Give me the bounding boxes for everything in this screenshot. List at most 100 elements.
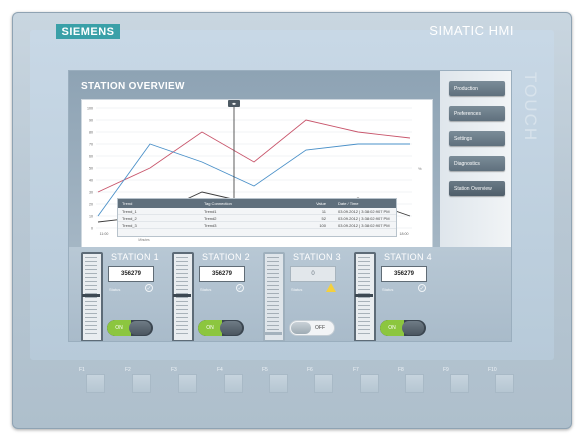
station-1-status-label: Status [109, 287, 121, 292]
y-tick-label: 100 [87, 107, 93, 111]
function-key-f1[interactable]: F1 [79, 367, 105, 397]
cell-trend: Trend_2 [122, 215, 137, 221]
header-value: Value [316, 201, 326, 206]
function-key-f6[interactable]: F6 [307, 367, 333, 397]
x-axis-label: Minutes [138, 238, 150, 242]
switch-knob [402, 321, 424, 335]
x-tick-label: 11:00 [100, 232, 109, 236]
y-tick-label: 20 [89, 203, 93, 207]
y-tick-label: 0 [91, 227, 93, 231]
station-3: STATION 3 0 Status OFF [263, 250, 359, 341]
y-tick-label: 70 [89, 143, 93, 147]
cell-trend: Trend_3 [122, 222, 137, 228]
trend-cursor-arrows: ◂▸ [232, 101, 237, 106]
switch-off-label: OFF [315, 325, 325, 331]
table-row[interactable]: Trend_1 Trend1 11 03.09.2012 | 3:38:02:9… [118, 208, 396, 215]
header-datetime: Date / Time [338, 201, 359, 206]
check-icon: ✓ [418, 284, 426, 292]
y-tick-label: 30 [89, 191, 93, 195]
station-2-status-label: Status [200, 287, 212, 292]
station-2-value: 356279 [199, 266, 245, 282]
switch-knob [220, 321, 242, 335]
station-4-gauge[interactable] [354, 252, 376, 341]
cell-trend: Trend_1 [122, 208, 137, 214]
station-3-value: 0 [290, 266, 336, 282]
station-2-title: STATION 2 [202, 252, 250, 262]
brand-logo: SIEMENS [56, 24, 120, 39]
station-4: STATION 4 356279 Status ✓ ON [354, 250, 450, 341]
function-key-f9[interactable]: F9 [443, 367, 469, 397]
table-row[interactable]: Trend_3 Trend3 100 03.09.2012 | 3:38:02:… [118, 222, 396, 229]
cell-value: 52 [321, 215, 326, 221]
y-tick-label: 80 [89, 131, 93, 135]
trend-table-header: Trend Tag Connection Value Date / Time [118, 199, 396, 208]
fkey-label: F7 [353, 367, 359, 373]
fkey-label: F2 [125, 367, 131, 373]
function-key-f4[interactable]: F4 [217, 367, 243, 397]
function-key-f7[interactable]: F7 [353, 367, 379, 397]
fkey-label: F10 [488, 367, 497, 373]
switch-on-label: ON [380, 320, 404, 336]
nav-preferences-button[interactable]: Preferences [449, 106, 505, 121]
cell-tag: Trend3 [204, 222, 217, 228]
y-tick-label: 10 [89, 215, 93, 219]
station-2-switch[interactable]: ON [198, 320, 244, 336]
function-key-f8[interactable]: F8 [398, 367, 424, 397]
cell-value: 11 [321, 208, 326, 214]
fkey-label: F9 [443, 367, 449, 373]
y-tick-label: 50 [89, 167, 93, 171]
hmi-screen: STATION OVERVIEW 0 10 20 30 40 50 60 70 80 90 100 1… [68, 70, 512, 342]
function-key-f3[interactable]: F3 [171, 367, 197, 397]
fkey-label: F6 [307, 367, 313, 373]
trend-table: Trend Tag Connection Value Date / Time T… [117, 198, 397, 237]
gauge-level-marker [264, 332, 282, 335]
cell-datetime: 03.09.2012 | 3:38:02:907 PM [338, 215, 390, 221]
station-4-switch[interactable]: ON [380, 320, 426, 336]
model-label: SIMATIC HMI [429, 23, 514, 38]
fkey-label: F4 [217, 367, 223, 373]
table-row[interactable]: Trend_2 Trend2 52 03.09.2012 | 3:38:02:9… [118, 215, 396, 222]
page-title: STATION OVERVIEW [81, 81, 185, 92]
station-3-status-label: Status [291, 287, 303, 292]
station-2-gauge[interactable] [172, 252, 194, 341]
station-3-switch[interactable]: OFF [289, 320, 335, 336]
nav-diagnostics-button[interactable]: Diagnostics [449, 156, 505, 171]
y-tick-label: 60 [89, 155, 93, 159]
cell-datetime: 03.09.2012 | 3:38:02:907 PM [338, 208, 390, 214]
station-4-value: 356279 [381, 266, 427, 282]
switch-knob [129, 321, 151, 335]
station-4-title: STATION 4 [384, 252, 432, 262]
gauge-level-marker [355, 294, 373, 297]
cell-datetime: 03.09.2012 | 3:38:02:907 PM [338, 222, 390, 228]
header-trend: Trend [122, 201, 133, 206]
function-key-f10[interactable]: F10 [488, 367, 514, 397]
cell-tag: Trend1 [204, 208, 217, 214]
station-1: STATION 1 356279 Status ✓ ON [81, 250, 177, 341]
function-key-f5[interactable]: F5 [262, 367, 288, 397]
right-axis-label: % [418, 166, 422, 171]
station-3-title: STATION 3 [293, 252, 341, 262]
station-1-switch[interactable]: ON [107, 320, 153, 336]
station-4-status-label: Status [382, 287, 394, 292]
stations-strip: STATION 1 356279 Status ✓ ON STATION 2 3… [69, 247, 511, 341]
station-1-gauge[interactable] [81, 252, 103, 341]
cell-tag: Trend2 [204, 215, 217, 221]
check-icon: ✓ [236, 284, 244, 292]
station-3-gauge[interactable] [263, 252, 285, 341]
switch-knob [291, 322, 311, 334]
touch-label: TOUCH [521, 72, 540, 143]
cell-value: 100 [319, 222, 326, 228]
fkey-label: F8 [398, 367, 404, 373]
y-tick-label: 90 [89, 119, 93, 123]
x-tick-label: 18:00 [400, 232, 409, 236]
nav-station-overview-button[interactable]: Station Overview [449, 181, 505, 196]
nav-settings-button[interactable]: Settings [449, 131, 505, 146]
function-key-f2[interactable]: F2 [125, 367, 151, 397]
nav-production-button[interactable]: Production [449, 81, 505, 96]
station-1-value: 356279 [108, 266, 154, 282]
function-keys: F1 F2 F3 F4 F5 F6 F7 F8 F9 F10 [79, 367, 529, 401]
fkey-label: F5 [262, 367, 268, 373]
header-tag-connection: Tag Connection [204, 201, 232, 206]
check-icon: ✓ [145, 284, 153, 292]
station-2: STATION 2 356279 Status ✓ ON [172, 250, 268, 341]
